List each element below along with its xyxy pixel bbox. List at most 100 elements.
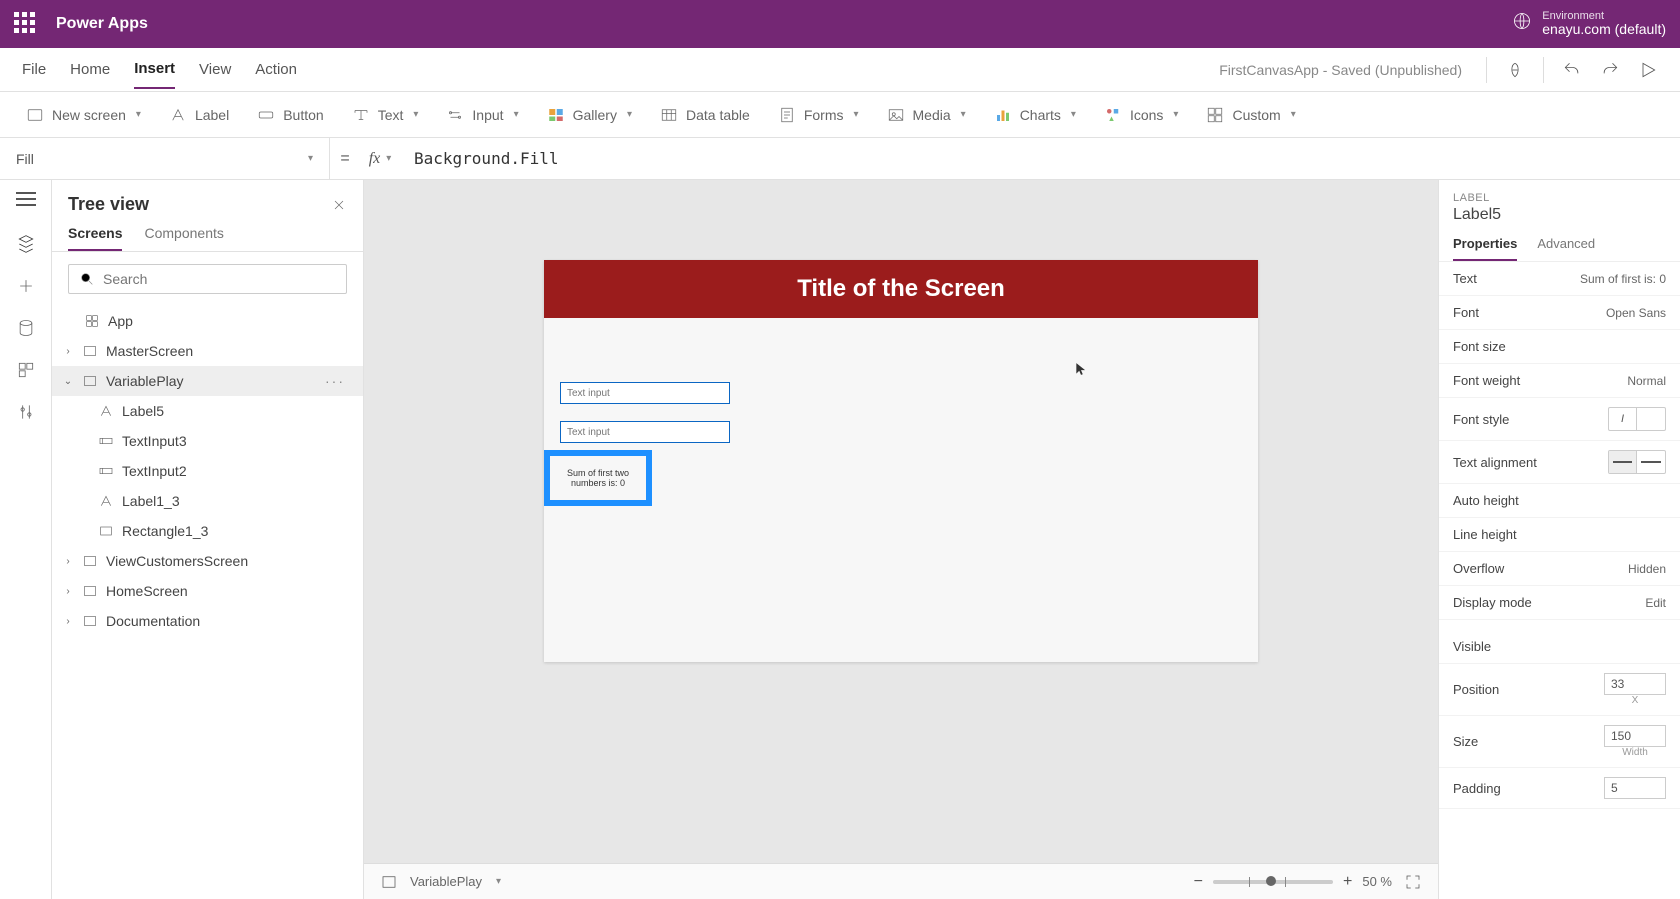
text-align-toggle[interactable] bbox=[1608, 450, 1666, 474]
menu-insert[interactable]: Insert bbox=[134, 50, 175, 89]
tab-screens[interactable]: Screens bbox=[68, 225, 122, 251]
prop-font-size[interactable]: Font size bbox=[1439, 330, 1680, 364]
chevron-down-icon[interactable]: ▾ bbox=[496, 876, 501, 887]
search-icon bbox=[79, 271, 95, 287]
document-status: FirstCanvasApp - Saved (Unpublished) bbox=[1219, 62, 1462, 78]
canvas-sum-label[interactable]: Sum of first two numbers is: 0 bbox=[544, 450, 652, 506]
size-width-input[interactable]: 150 bbox=[1604, 725, 1666, 747]
charts-button[interactable]: Charts▾ bbox=[994, 106, 1076, 124]
font-style-toggle[interactable]: I bbox=[1608, 407, 1666, 431]
tree-item-variableplay[interactable]: ⌄ VariablePlay ··· bbox=[52, 366, 363, 396]
formula-input[interactable] bbox=[400, 149, 1680, 168]
media-panel-icon[interactable] bbox=[16, 360, 36, 380]
tree-item-viewcustomers[interactable]: › ViewCustomersScreen bbox=[52, 546, 363, 576]
separator bbox=[1486, 57, 1487, 83]
prop-auto-height[interactable]: Auto height bbox=[1439, 484, 1680, 518]
label-button[interactable]: Label bbox=[169, 106, 229, 124]
tree-label: ViewCustomersScreen bbox=[106, 553, 248, 569]
tree-item-masterscreen[interactable]: › MasterScreen bbox=[52, 336, 363, 366]
tree-title: Tree view bbox=[68, 194, 149, 215]
screen-title-banner[interactable]: Title of the Screen bbox=[544, 260, 1258, 318]
position-x-input[interactable]: 33 bbox=[1604, 673, 1666, 695]
menu-file[interactable]: File bbox=[22, 51, 46, 88]
text-txt: Text bbox=[378, 107, 404, 123]
button-button[interactable]: Button bbox=[257, 106, 323, 124]
gallery-txt: Gallery bbox=[573, 107, 617, 123]
screen-icon bbox=[82, 613, 98, 629]
app-icon bbox=[84, 313, 100, 329]
screen-icon bbox=[82, 553, 98, 569]
environment-block[interactable]: Environment enayu.com (default) bbox=[1512, 10, 1666, 37]
canvas-textinput-1[interactable] bbox=[560, 382, 730, 404]
tree-label: Documentation bbox=[106, 613, 200, 629]
prop-font[interactable]: FontOpen Sans bbox=[1439, 296, 1680, 330]
app-launcher-icon[interactable] bbox=[14, 12, 38, 36]
prop-text-align[interactable]: Text alignment bbox=[1439, 441, 1680, 484]
prop-font-weight[interactable]: Font weightNormal bbox=[1439, 364, 1680, 398]
prop-visible[interactable]: Visible bbox=[1439, 630, 1680, 664]
tab-components[interactable]: Components bbox=[144, 225, 223, 251]
gallery-button[interactable]: Gallery▾ bbox=[547, 106, 632, 124]
property-selector[interactable]: Fill ▾ bbox=[0, 138, 330, 179]
tree-item-label5[interactable]: Label5 bbox=[52, 396, 363, 426]
tab-advanced[interactable]: Advanced bbox=[1537, 236, 1595, 261]
prop-display-mode[interactable]: Display modeEdit bbox=[1439, 586, 1680, 620]
search-input[interactable] bbox=[103, 271, 336, 287]
tree-item-label1-3[interactable]: Label1_3 bbox=[52, 486, 363, 516]
advanced-tools-icon[interactable] bbox=[16, 402, 36, 422]
icons-button[interactable]: Icons▾ bbox=[1104, 106, 1179, 124]
cursor-icon bbox=[1074, 360, 1088, 378]
prop-padding[interactable]: Padding 5 bbox=[1439, 768, 1680, 809]
app-checker-icon[interactable] bbox=[1505, 60, 1525, 80]
data-icon[interactable] bbox=[16, 318, 36, 338]
align-center-icon[interactable] bbox=[1637, 451, 1665, 473]
add-icon[interactable] bbox=[16, 276, 36, 296]
tree-view-icon[interactable] bbox=[16, 234, 36, 254]
tree-item-textinput2[interactable]: TextInput2 bbox=[52, 456, 363, 486]
fit-screen-icon[interactable] bbox=[1404, 873, 1422, 891]
menu-view[interactable]: View bbox=[199, 51, 231, 88]
canvas-footer: VariablePlay ▾ − + 50 % bbox=[364, 863, 1438, 899]
menu-action[interactable]: Action bbox=[255, 51, 297, 88]
canvas-textinput-2[interactable] bbox=[560, 421, 730, 443]
prop-size[interactable]: Size 150Width bbox=[1439, 716, 1680, 768]
tree-app[interactable]: App bbox=[52, 306, 363, 336]
text-button[interactable]: Text▾ bbox=[352, 106, 419, 124]
screen-icon bbox=[82, 373, 98, 389]
datatable-button[interactable]: Data table bbox=[660, 106, 750, 124]
icons-txt: Icons bbox=[1130, 107, 1163, 123]
rectangle-icon bbox=[98, 523, 114, 539]
prop-text[interactable]: TextSum of first is: 0 bbox=[1439, 262, 1680, 296]
prop-font-style[interactable]: Font style I bbox=[1439, 398, 1680, 441]
fx-button[interactable]: fx▾ bbox=[360, 150, 400, 168]
menu-home[interactable]: Home bbox=[70, 51, 110, 88]
design-canvas[interactable]: Title of the Screen Sum of first two num… bbox=[544, 260, 1258, 662]
input-button[interactable]: Input▾ bbox=[446, 106, 518, 124]
tree-item-documentation[interactable]: › Documentation bbox=[52, 606, 363, 636]
prop-position[interactable]: Position 33X bbox=[1439, 664, 1680, 716]
padding-input[interactable]: 5 bbox=[1604, 777, 1666, 799]
prop-line-height[interactable]: Line height bbox=[1439, 518, 1680, 552]
new-screen-button[interactable]: New screen▾ bbox=[26, 106, 141, 124]
tree-search[interactable] bbox=[68, 264, 347, 294]
undo-icon[interactable] bbox=[1562, 60, 1582, 80]
zoom-slider[interactable] bbox=[1213, 880, 1333, 884]
env-label: Environment bbox=[1542, 10, 1666, 22]
align-left-icon[interactable] bbox=[1609, 451, 1637, 473]
zoom-out-button[interactable]: − bbox=[1194, 873, 1203, 891]
tree-item-textinput3[interactable]: TextInput3 bbox=[52, 426, 363, 456]
forms-button[interactable]: Forms▾ bbox=[778, 106, 859, 124]
tree-item-homescreen[interactable]: › HomeScreen bbox=[52, 576, 363, 606]
tree-item-rectangle1-3[interactable]: Rectangle1_3 bbox=[52, 516, 363, 546]
zoom-in-button[interactable]: + bbox=[1343, 873, 1352, 891]
custom-button[interactable]: Custom▾ bbox=[1206, 106, 1295, 124]
close-icon[interactable] bbox=[331, 197, 347, 213]
redo-icon[interactable] bbox=[1600, 60, 1620, 80]
more-icon[interactable]: ··· bbox=[325, 373, 353, 389]
prop-overflow[interactable]: OverflowHidden bbox=[1439, 552, 1680, 586]
footer-screen-name[interactable]: VariablePlay bbox=[410, 874, 482, 889]
play-preview-icon[interactable] bbox=[1638, 60, 1658, 80]
hamburger-icon[interactable] bbox=[16, 192, 36, 212]
media-button[interactable]: Media▾ bbox=[887, 106, 966, 124]
tab-properties[interactable]: Properties bbox=[1453, 236, 1517, 261]
